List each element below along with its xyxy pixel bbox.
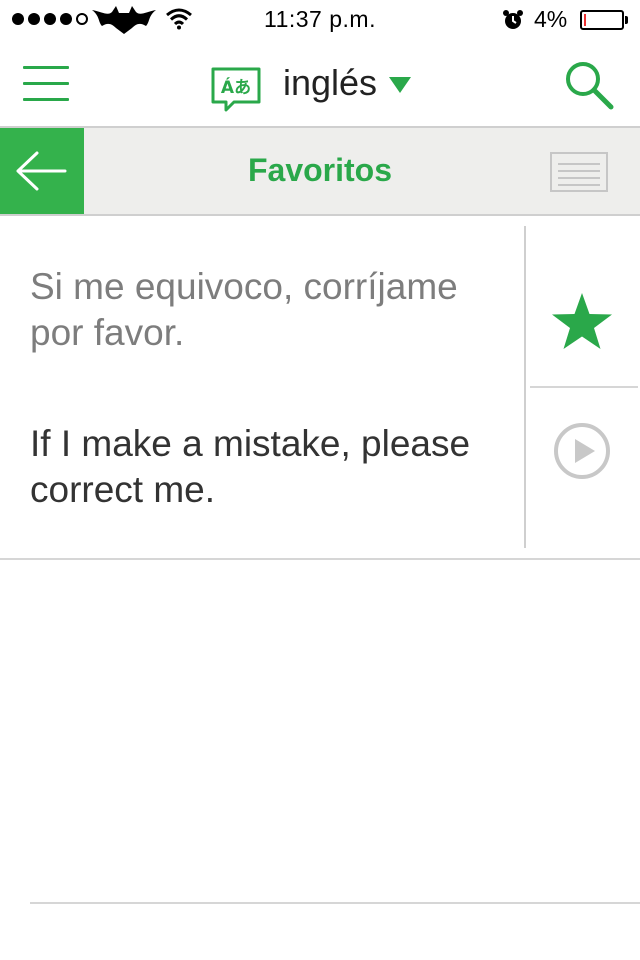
- sub-header: Favoritos: [0, 128, 640, 216]
- divider: [524, 226, 526, 548]
- hamburger-menu-icon[interactable]: [20, 64, 72, 104]
- battery-tip: [625, 16, 628, 24]
- translated-phrase: If I make a mistake, please correct me.: [30, 423, 471, 510]
- search-icon[interactable]: [562, 58, 616, 112]
- battery-icon: [580, 10, 624, 30]
- battery-level: [584, 14, 586, 26]
- page-title: Favoritos: [247, 152, 393, 188]
- translate-icon-glyph: Áあ: [221, 76, 251, 98]
- translate-icon[interactable]: Áあ: [210, 66, 262, 112]
- status-bar: 11:37 p.m. 4%: [0, 0, 640, 40]
- play-icon[interactable]: [553, 422, 611, 480]
- chevron-down-icon[interactable]: [388, 76, 412, 94]
- alarm-icon: [503, 10, 523, 29]
- list-icon[interactable]: [550, 152, 608, 192]
- app-header: Áあ inglés: [0, 40, 640, 128]
- divider: [30, 902, 640, 904]
- source-phrase: Si me equivoco, corríjame por favor.: [30, 266, 458, 353]
- star-icon[interactable]: [551, 292, 613, 350]
- divider: [530, 386, 638, 388]
- language-selector[interactable]: inglés: [283, 62, 377, 104]
- battery-percent: 4%: [534, 6, 568, 32]
- divider: [0, 558, 640, 560]
